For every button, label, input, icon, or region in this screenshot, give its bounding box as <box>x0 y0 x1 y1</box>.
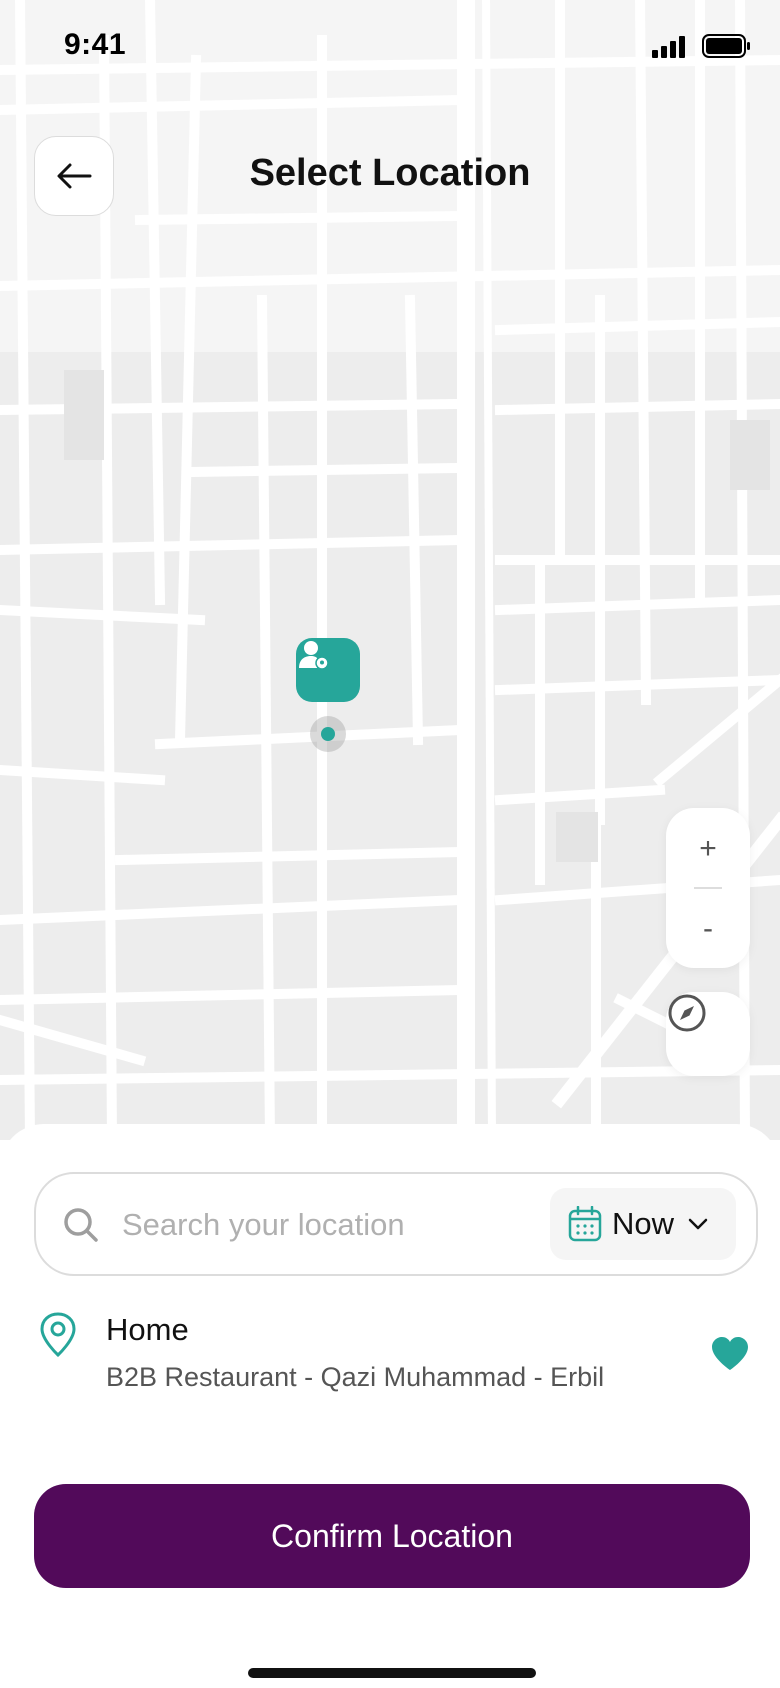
zoom-control: + - <box>666 808 750 968</box>
compass-button[interactable] <box>666 992 750 1076</box>
status-time: 9:41 <box>64 28 127 61</box>
time-select-value: Now <box>612 1206 675 1241</box>
signal-icon <box>652 36 685 58</box>
zoom-out-button[interactable]: - <box>666 894 750 964</box>
time-select[interactable]: Now <box>550 1188 736 1260</box>
heart-icon[interactable] <box>710 1336 750 1372</box>
location-dot <box>310 716 346 752</box>
search-icon <box>64 1208 98 1242</box>
calendar-icon <box>568 1206 602 1242</box>
home-indicator <box>248 1668 536 1678</box>
zoom-divider <box>694 887 722 889</box>
location-name: Home <box>106 1312 189 1347</box>
battery-icon <box>702 34 750 58</box>
search-input[interactable] <box>122 1196 562 1254</box>
user-location-marker[interactable] <box>296 638 360 702</box>
location-address: B2B Restaurant - Qazi Muhammad - Erbil <box>106 1362 605 1392</box>
user-location-icon <box>299 641 329 670</box>
page-title: Select Location <box>249 152 531 194</box>
saved-location-home[interactable]: Home B2B Restaurant - Qazi Muhammad - Er… <box>34 1306 758 1426</box>
bottom-sheet: Now Home B2B Restaurant - Qazi Muhammad … <box>0 1124 780 1688</box>
zoom-in-button[interactable]: + <box>666 814 750 884</box>
status-bar: 9:41 <box>0 0 780 90</box>
search-box[interactable]: Now <box>34 1172 758 1276</box>
compass-icon <box>668 994 706 1032</box>
confirm-location-button[interactable]: Confirm Location <box>34 1484 750 1588</box>
map-pin-icon <box>40 1312 76 1358</box>
location-dot-center <box>321 727 335 741</box>
chevron-down-icon <box>688 1218 708 1230</box>
